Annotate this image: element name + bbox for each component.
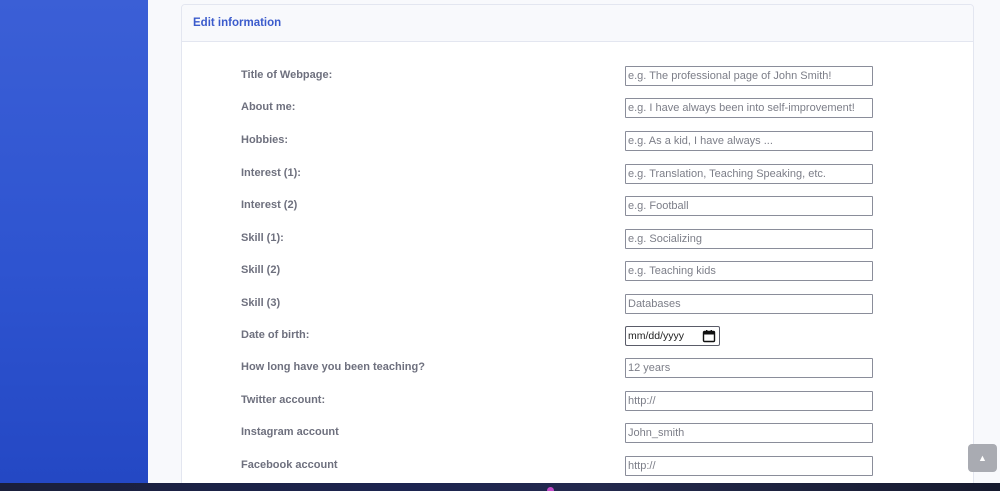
edit-information-card: Edit information Title of Webpage: About…	[181, 4, 974, 491]
sidebar	[0, 0, 148, 483]
skill-1-label: Skill (1):	[241, 232, 284, 244]
facebook-input[interactable]	[625, 456, 873, 476]
twitter-input[interactable]	[625, 391, 873, 411]
skill-3-input[interactable]	[625, 294, 873, 314]
form-row-title-of-webpage: Title of Webpage:	[182, 66, 973, 86]
chevron-up-icon: ▲	[978, 453, 987, 463]
form-row-skill-2: Skill (2)	[182, 261, 973, 281]
date-of-birth-input[interactable]: mm/dd/yyyy	[625, 326, 720, 346]
skill-2-input[interactable]	[625, 261, 873, 281]
taskbar	[0, 483, 1000, 491]
card-title: Edit information	[193, 17, 282, 29]
skill-2-label: Skill (2)	[241, 264, 281, 276]
form-row-teaching-duration: How long have you been teaching?	[182, 358, 973, 378]
about-me-label: About me:	[241, 101, 296, 113]
teaching-duration-label: How long have you been teaching?	[241, 361, 425, 373]
date-of-birth-value: mm/dd/yyyy	[628, 330, 685, 342]
hobbies-input[interactable]	[625, 131, 873, 151]
form-row-about-me: About me:	[182, 98, 973, 118]
form-row-instagram: Instagram account	[182, 423, 973, 443]
interest-1-input[interactable]	[625, 164, 873, 184]
title-of-webpage-label: Title of Webpage:	[241, 69, 333, 81]
calendar-icon[interactable]	[702, 329, 716, 343]
skill-1-input[interactable]	[625, 229, 873, 249]
form-row-interest-1: Interest (1):	[182, 164, 973, 184]
twitter-label: Twitter account:	[241, 394, 326, 406]
taskbar-app-icon[interactable]	[547, 487, 554, 491]
form-row-twitter: Twitter account:	[182, 391, 973, 411]
title-of-webpage-input[interactable]	[625, 66, 873, 86]
form-row-interest-2: Interest (2)	[182, 196, 973, 216]
instagram-input[interactable]	[625, 423, 873, 443]
interest-1-label: Interest (1):	[241, 167, 301, 179]
about-me-input[interactable]	[625, 98, 873, 118]
form-row-skill-3: Skill (3)	[182, 294, 973, 314]
instagram-label: Instagram account	[241, 426, 339, 438]
form-row-date-of-birth: Date of birth: mm/dd/yyyy	[182, 326, 973, 346]
facebook-label: Facebook account	[241, 459, 338, 471]
hobbies-label: Hobbies:	[241, 134, 289, 146]
interest-2-input[interactable]	[625, 196, 873, 216]
card-header: Edit information	[182, 5, 973, 42]
interest-2-label: Interest (2)	[241, 199, 298, 211]
scroll-to-top-button[interactable]: ▲	[968, 444, 997, 472]
date-of-birth-label: Date of birth:	[241, 329, 310, 341]
form-row-facebook: Facebook account	[182, 456, 973, 476]
form-row-hobbies: Hobbies:	[182, 131, 973, 151]
form-row-skill-1: Skill (1):	[182, 229, 973, 249]
teaching-duration-input[interactable]	[625, 358, 873, 378]
skill-3-label: Skill (3)	[241, 297, 281, 309]
